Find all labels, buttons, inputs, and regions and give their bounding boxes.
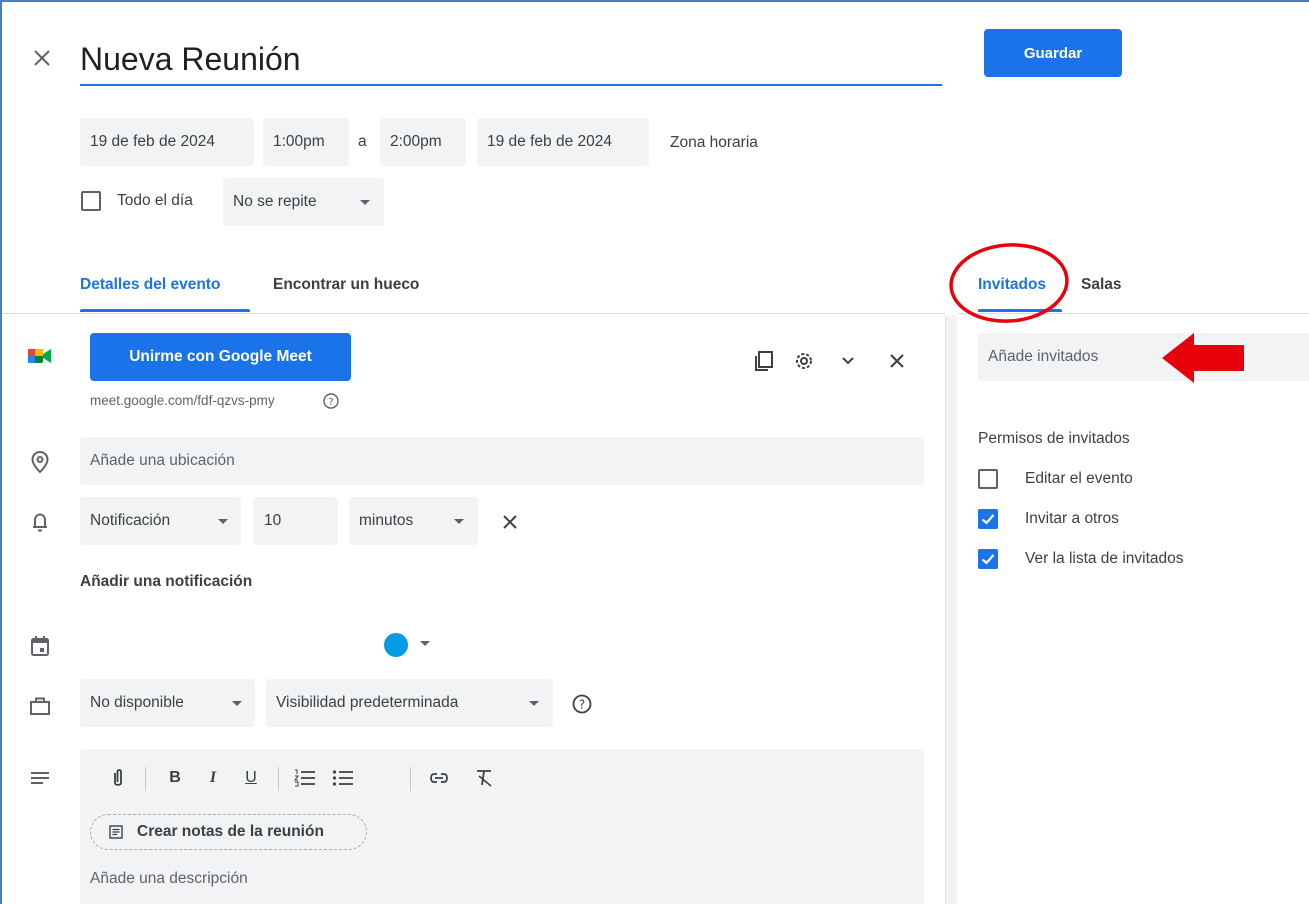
permission-see-guest-list-label: Ver la lista de invitados [1025,550,1184,567]
toolbar-divider [410,767,411,791]
permission-invite-others-checkbox[interactable] [978,509,998,529]
timezone-link[interactable]: Zona horaria [670,134,758,152]
description-icon [26,764,54,792]
notes-icon [107,823,125,841]
join-google-meet-button[interactable]: Unirme con Google Meet [90,333,351,381]
gear-icon[interactable] [790,347,818,375]
annotation-ellipse [949,243,1069,323]
help-icon[interactable]: ? [322,392,340,410]
repeat-value: No se repite [233,193,317,210]
title-input[interactable]: Nueva Reunión [80,36,942,86]
end-date-chip[interactable]: 19 de feb de 2024 [477,118,649,166]
chevron-down-icon[interactable] [836,349,860,373]
svg-text:?: ? [328,397,333,408]
bold-icon[interactable]: B [164,767,186,789]
scrollbar[interactable] [945,315,957,904]
permission-edit-event-label: Editar el evento [1025,470,1133,487]
availability-dropdown[interactable]: No disponible [80,679,255,727]
toolbar-divider [145,767,146,791]
help-icon[interactable]: ? [570,692,594,716]
tab-event-details[interactable]: Detalles del evento [80,276,220,294]
add-notification-link[interactable]: Añadir una notificación [80,573,252,591]
visibility-value: Visibilidad predeterminada [276,694,459,711]
chevron-down-icon [218,519,228,524]
chevron-down-icon [454,519,464,524]
italic-icon[interactable]: I [202,767,224,789]
create-meeting-notes-label: Crear notas de la reunión [137,823,324,840]
annotation-arrow [1162,333,1244,383]
location-pin-icon [26,448,54,476]
chevron-down-icon [232,701,242,706]
permission-invite-others-label: Invitar a otros [1025,510,1119,527]
underline-icon[interactable]: U [240,767,262,789]
bell-icon [26,508,54,536]
description-editor[interactable]: B I U Crear notas de la reunión Añade un… [80,749,924,904]
chevron-down-icon [360,200,370,205]
close-icon[interactable] [28,44,56,72]
attachment-icon[interactable] [108,767,128,789]
save-button[interactable]: Guardar [984,29,1122,77]
google-meet-icon [24,342,56,370]
end-time-chip[interactable]: 2:00pm [380,118,466,166]
meet-link[interactable]: meet.google.com/fdf-qzvs-pmy [90,393,275,408]
description-placeholder[interactable]: Añade una descripción [90,870,248,888]
permission-edit-event-checkbox[interactable] [978,469,998,489]
title-text: Nueva Reunión [80,41,301,77]
copy-icon[interactable] [750,347,778,375]
svg-text:?: ? [579,698,585,712]
calendar-icon [26,632,54,660]
notification-unit-value: minutos [359,512,414,529]
start-time-chip[interactable]: 1:00pm [263,118,349,166]
location-input[interactable]: Añade una ubicación [80,437,924,485]
link-icon[interactable] [426,767,452,789]
all-day-checkbox[interactable] [81,191,101,211]
time-separator: a [358,133,367,150]
tab-active-indicator [80,309,250,312]
calendar-color-dot[interactable] [384,633,408,657]
remove-notification-icon[interactable] [496,508,524,536]
tab-rooms[interactable]: Salas [1081,276,1122,294]
clear-formatting-icon[interactable] [472,767,498,789]
briefcase-icon [26,692,54,720]
repeat-dropdown[interactable]: No se repite [223,178,384,226]
notification-amount-input[interactable]: 10 [253,497,338,545]
chevron-down-icon[interactable] [420,641,430,646]
remove-meet-icon[interactable] [884,348,910,374]
create-meeting-notes-button[interactable]: Crear notas de la reunión [90,814,367,850]
tabs-divider [2,313,945,314]
guest-permissions-title: Permisos de invitados [978,430,1130,447]
bulleted-list-icon[interactable] [330,767,356,789]
chevron-down-icon [529,701,539,706]
numbered-list-icon[interactable] [292,767,318,789]
toolbar-divider [278,767,279,791]
tab-find-slot[interactable]: Encontrar un hueco [273,276,419,294]
add-guests-input[interactable]: Añade invitados [978,333,1309,381]
notification-unit-dropdown[interactable]: minutos [349,497,478,545]
start-date-chip[interactable]: 19 de feb de 2024 [80,118,254,166]
notification-type-value: Notificación [90,512,171,529]
permission-see-guest-list-checkbox[interactable] [978,549,998,569]
all-day-label: Todo el día [117,192,193,209]
notification-type-dropdown[interactable]: Notificación [80,497,241,545]
visibility-dropdown[interactable]: Visibilidad predeterminada [266,679,553,727]
availability-value: No disponible [90,694,184,711]
